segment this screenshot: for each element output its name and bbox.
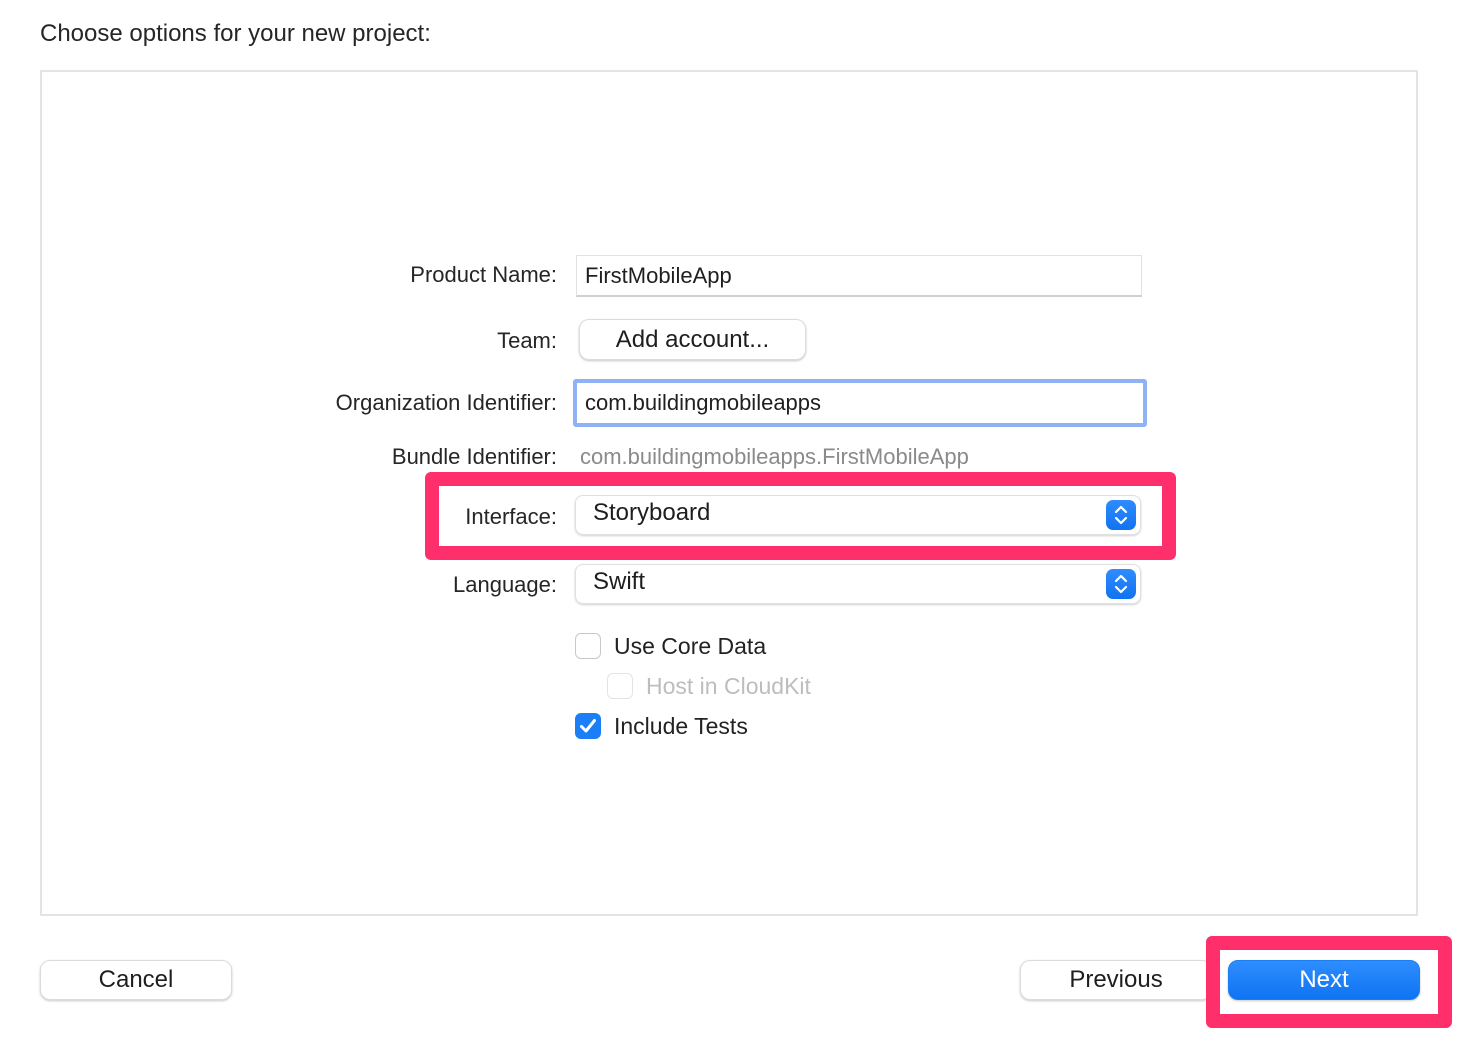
checkmark-icon [580, 719, 596, 733]
page-title: Choose options for your new project: [40, 20, 431, 47]
host-in-cloudkit-checkbox [607, 673, 633, 699]
language-selected-value: Swift [593, 568, 646, 595]
up-down-chevron-icon [1106, 500, 1136, 530]
add-account-button[interactable]: Add account... [579, 319, 806, 360]
previous-button[interactable]: Previous [1020, 960, 1212, 1000]
interface-popup[interactable]: Storyboard [575, 495, 1141, 535]
bundle-identifier-label: Bundle Identifier: [391, 444, 557, 469]
product-name-label: Product Name: [410, 262, 557, 287]
use-core-data-checkbox[interactable] [575, 633, 601, 659]
options-panel [40, 70, 1418, 916]
use-core-data-label: Use Core Data [614, 633, 767, 659]
interface-selected-value: Storyboard [593, 499, 711, 526]
team-label: Team: [497, 328, 557, 353]
next-button[interactable]: Next [1228, 960, 1420, 1000]
product-name-input[interactable] [576, 255, 1142, 297]
host-in-cloudkit-label: Host in CloudKit [646, 673, 811, 699]
organization-identifier-input[interactable] [573, 379, 1147, 427]
include-tests-checkbox[interactable] [575, 713, 601, 739]
interface-label: Interface: [465, 504, 557, 529]
cancel-button[interactable]: Cancel [40, 960, 232, 1000]
language-label: Language: [453, 572, 557, 597]
organization-identifier-label: Organization Identifier: [335, 390, 557, 415]
include-tests-label: Include Tests [614, 713, 748, 739]
up-down-chevron-icon [1106, 569, 1136, 599]
bundle-identifier-value: com.buildingmobileapps.FirstMobileApp [580, 444, 969, 469]
language-popup[interactable]: Swift [575, 564, 1141, 604]
